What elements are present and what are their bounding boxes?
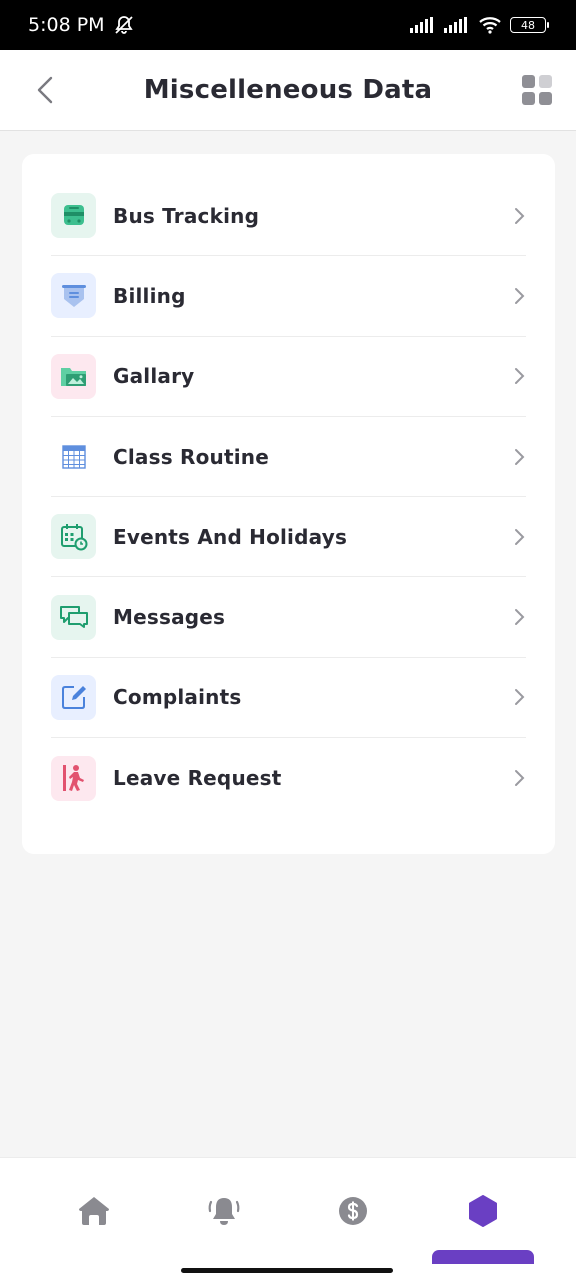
menu-item-messages[interactable]: Messages [51, 577, 526, 658]
edit-icon [61, 686, 86, 710]
nav-home[interactable] [77, 1194, 111, 1228]
chevron-left-icon [37, 76, 53, 104]
chevron-right-icon [515, 448, 525, 465]
menu-item-complaints[interactable]: Complaints [51, 658, 526, 739]
menu-item-label: Bus Tracking [113, 203, 260, 228]
menu-item-label: Messages [113, 605, 226, 630]
back-button[interactable] [30, 74, 60, 106]
menu-item-label: Complaints [113, 685, 242, 710]
chevron-right-icon [515, 689, 525, 706]
menu-item-leave-request[interactable]: Leave Request [51, 738, 526, 818]
bus-icon-box [51, 193, 96, 239]
app-header: Miscelleneous Data [0, 50, 576, 131]
menu-item-label: Events And Holidays [113, 524, 348, 549]
chevron-right-icon [515, 368, 525, 385]
menu-item-billing[interactable]: Billing [51, 256, 526, 337]
status-left: 5:08 PM [28, 14, 135, 36]
bill-icon-box [51, 273, 96, 319]
signal-icon-2 [444, 17, 467, 33]
status-bar: 5:08 PM 48 [0, 0, 576, 50]
status-time: 5:08 PM [28, 14, 105, 36]
nav-payments[interactable] [336, 1194, 370, 1228]
routine-icon-box [51, 434, 96, 480]
menu-item-label: Leave Request [113, 766, 282, 791]
hexagon-icon [469, 1195, 497, 1227]
menu-item-events-holidays[interactable]: Events And Holidays [51, 497, 526, 578]
menu-item-label: Class Routine [113, 444, 269, 469]
menu-card: Bus Tracking Billing Gallary Class Routi… [22, 154, 555, 854]
exit-person-icon [62, 765, 84, 792]
signal-icon [410, 17, 433, 33]
gallery-icon-box [51, 353, 96, 399]
chat-icon [59, 606, 88, 629]
chevron-right-icon [515, 287, 525, 304]
active-tab-indicator [432, 1250, 534, 1264]
wifi-icon [479, 17, 501, 34]
events-icon-box [51, 514, 96, 560]
battery-icon: 48 [510, 17, 549, 33]
dollar-icon [339, 1197, 367, 1225]
messages-icon-box [51, 594, 96, 640]
bell-icon [208, 1198, 240, 1225]
gallery-folder-icon [60, 368, 86, 387]
leave-icon-box [51, 755, 96, 801]
menu-item-label: Billing [113, 283, 186, 308]
bill-icon [61, 284, 86, 307]
grid-menu-button[interactable] [522, 75, 552, 105]
menu-item-bus-tracking[interactable]: Bus Tracking [51, 176, 526, 257]
battery-level: 48 [521, 18, 535, 32]
mute-icon [114, 16, 133, 34]
status-right: 48 [410, 16, 549, 34]
gesture-home-bar[interactable] [181, 1268, 393, 1273]
chevron-right-icon [515, 528, 525, 545]
complaints-icon-box [51, 674, 96, 720]
chevron-right-icon [515, 770, 525, 787]
menu-item-gallery[interactable]: Gallary [51, 337, 526, 417]
chevron-right-icon [515, 609, 525, 626]
chevron-right-icon [515, 207, 525, 224]
menu-item-label: Gallary [113, 364, 195, 389]
bottom-nav [0, 1157, 576, 1280]
grid-icon [522, 75, 535, 88]
nav-more[interactable] [466, 1194, 500, 1228]
nav-notifications[interactable] [207, 1194, 241, 1228]
calendar-grid-icon [61, 444, 86, 469]
bus-icon [63, 204, 84, 225]
menu-item-class-routine[interactable]: Class Routine [51, 417, 526, 498]
page-title: Miscelleneous Data [143, 75, 433, 105]
calendar-clock-icon [60, 523, 87, 551]
home-icon [79, 1197, 109, 1225]
